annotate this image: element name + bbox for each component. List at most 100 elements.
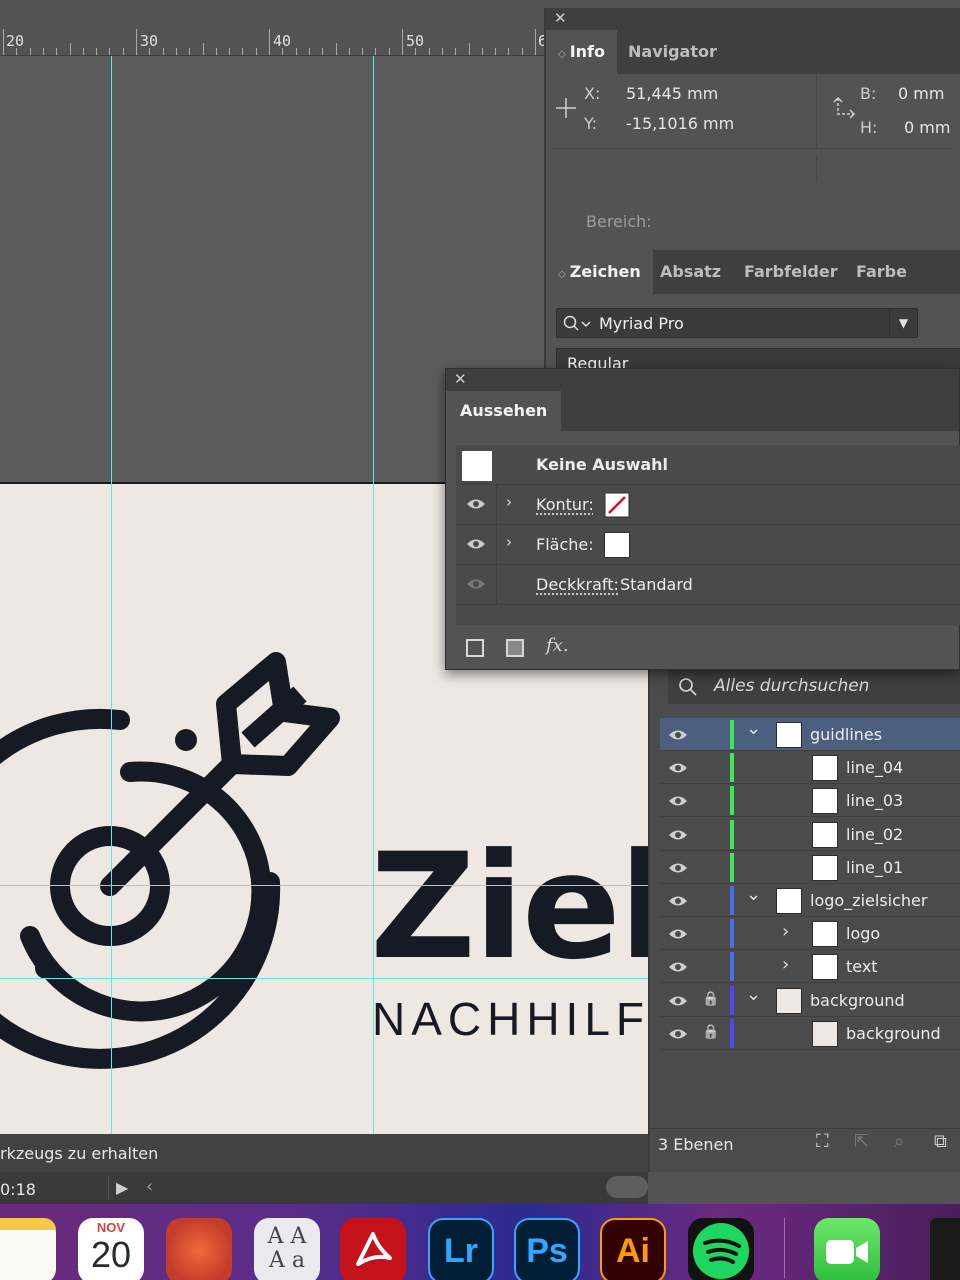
eye-icon[interactable]	[668, 728, 688, 742]
new-layer-icon[interactable]: ⧉	[934, 1131, 947, 1152]
layer-name[interactable]: logo_zielsicher	[810, 891, 927, 910]
scrollbar-thumb[interactable]	[606, 1176, 648, 1198]
eye-icon[interactable]	[668, 828, 688, 842]
lock-icon[interactable]: 🔒	[702, 991, 719, 1007]
guide-line[interactable]	[0, 978, 648, 979]
play-icon[interactable]: ▶	[116, 1178, 128, 1197]
layer-name[interactable]: background	[846, 1024, 941, 1043]
layer-thumbnail	[812, 755, 838, 781]
tab-absatz[interactable]: Absatz	[648, 250, 733, 294]
export-icon[interactable]: ⇱	[854, 1131, 869, 1152]
eye-icon[interactable]	[466, 497, 486, 511]
eye-icon[interactable]	[668, 1027, 688, 1041]
tab-aussehen[interactable]: Aussehen	[446, 391, 561, 431]
layer-name[interactable]: text	[846, 957, 878, 976]
layers-search-input[interactable]: Alles durchsuchen	[668, 670, 960, 704]
layer-name[interactable]: line_01	[846, 858, 903, 877]
artboard-icon[interactable]: ⛶	[816, 1131, 829, 1152]
layer-row[interactable]: › logo	[660, 917, 960, 950]
layer-name[interactable]: logo	[846, 924, 880, 943]
tab-label: Info	[570, 42, 605, 61]
appearance-stroke-row[interactable]: › Kontur:	[456, 485, 960, 525]
stroke-swatch-none[interactable]	[604, 492, 630, 518]
layer-thumbnail	[776, 722, 802, 748]
layer-name[interactable]: line_04	[846, 758, 903, 777]
stroke-label[interactable]: Kontur:	[536, 495, 594, 514]
eye-icon[interactable]	[668, 861, 688, 875]
ruler-tick	[3, 29, 4, 55]
layer-color-bar	[730, 919, 734, 948]
guide-line[interactable]	[373, 56, 374, 1134]
layer-color-bar	[730, 753, 734, 782]
chevron-left-icon[interactable]: ‹	[146, 1176, 153, 1197]
eye-icon[interactable]	[668, 960, 688, 974]
chevron-right-icon[interactable]: ›	[782, 954, 789, 975]
tab-navigator[interactable]: Navigator	[616, 30, 729, 74]
calendar-icon[interactable]: NOV 20	[78, 1218, 144, 1280]
chevron-down-icon[interactable]: ▼	[889, 309, 917, 337]
chevron-down-icon[interactable]: ⌄	[746, 884, 761, 905]
ruler-tick	[469, 43, 470, 55]
chevron-down-icon[interactable]: ⌄	[746, 718, 761, 739]
close-icon[interactable]: ✕	[454, 370, 467, 388]
layer-color-bar	[730, 786, 734, 815]
chevron-right-icon[interactable]: ›	[506, 533, 512, 551]
eye-icon[interactable]	[668, 794, 688, 808]
layer-row[interactable]: ⌄ guidlines	[660, 718, 960, 751]
photoshop-icon[interactable]: Ps	[514, 1218, 580, 1280]
tab-info[interactable]: ◇ Info	[546, 30, 617, 74]
appearance-opacity-row[interactable]: Deckkraft: Standard	[456, 565, 960, 605]
close-icon[interactable]: ✕	[554, 9, 567, 27]
tab-zeichen[interactable]: ◇ Zeichen	[546, 250, 653, 294]
digital-color-meter-icon[interactable]	[166, 1218, 232, 1280]
app-thumbnail-icon[interactable]	[930, 1218, 960, 1280]
eye-icon[interactable]	[466, 537, 486, 551]
layer-row[interactable]: 🔒 ⌄ background	[660, 984, 960, 1017]
layer-name[interactable]: line_03	[846, 791, 903, 810]
layer-row[interactable]: 🔒 background	[660, 1017, 960, 1050]
layer-name[interactable]: guidlines	[810, 725, 882, 744]
appearance-selection-row[interactable]: Keine Auswahl	[456, 445, 960, 485]
guide-line[interactable]	[0, 885, 648, 886]
fx-icon[interactable]: fx.	[546, 635, 569, 656]
spotify-icon[interactable]	[688, 1218, 754, 1280]
layer-thumbnail	[812, 954, 838, 980]
layer-name[interactable]: background	[810, 991, 905, 1010]
facetime-icon[interactable]	[814, 1218, 880, 1280]
eye-icon[interactable]	[668, 761, 688, 775]
tab-farbfelder[interactable]: Farbfelder	[732, 250, 850, 294]
layer-row[interactable]: › text	[660, 950, 960, 983]
chevron-down-icon[interactable]: ⌄	[746, 984, 761, 1005]
tab-farbe[interactable]: Farbe	[844, 250, 919, 294]
font-book-icon[interactable]: A A A a	[254, 1218, 320, 1280]
layer-row[interactable]: line_01	[660, 851, 960, 884]
layer-row[interactable]: line_02	[660, 818, 960, 851]
locate-icon[interactable]: ⌕	[894, 1131, 904, 1152]
panel-title-bar[interactable]: ✕	[546, 8, 960, 30]
font-family-field[interactable]: Myriad Pro ▼	[556, 308, 918, 338]
add-fill-icon[interactable]	[506, 639, 524, 657]
timestamp: 0:18	[0, 1180, 36, 1199]
layer-row[interactable]: line_03	[660, 784, 960, 817]
eye-icon[interactable]	[668, 994, 688, 1008]
lock-icon[interactable]: 🔒	[702, 1024, 719, 1040]
appearance-fill-row[interactable]: › Fläche:	[456, 525, 960, 565]
layer-color-bar	[730, 1019, 734, 1048]
notes-icon[interactable]	[0, 1218, 56, 1280]
add-stroke-icon[interactable]	[466, 639, 484, 657]
acrobat-icon[interactable]	[340, 1218, 406, 1280]
eye-icon[interactable]	[668, 894, 688, 908]
opacity-label[interactable]: Deckkraft:	[536, 575, 619, 594]
fill-swatch[interactable]	[605, 533, 629, 557]
lightroom-icon[interactable]: Lr	[428, 1218, 494, 1280]
layer-name[interactable]: line_02	[846, 825, 903, 844]
layer-row[interactable]: line_04	[660, 751, 960, 784]
chevron-right-icon[interactable]: ›	[782, 921, 789, 942]
photoshop-label: Ps	[516, 1232, 578, 1271]
eye-icon[interactable]	[668, 927, 688, 941]
guide-line[interactable]	[111, 56, 112, 1134]
illustrator-icon[interactable]: Ai	[600, 1218, 666, 1280]
panel-title-bar[interactable]: ✕	[446, 369, 959, 391]
chevron-right-icon[interactable]: ›	[506, 493, 512, 511]
layer-row[interactable]: ⌄ logo_zielsicher	[660, 884, 960, 917]
